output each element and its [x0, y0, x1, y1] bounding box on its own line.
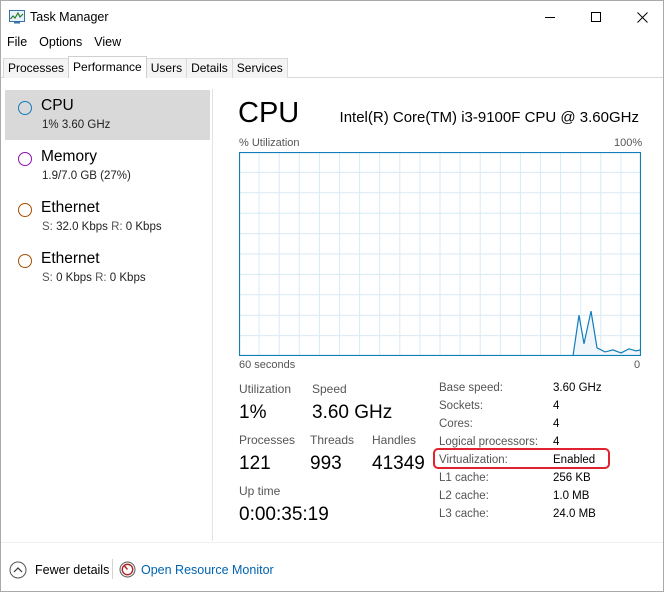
send-value: 0 Kbps — [56, 272, 92, 284]
cpu-indicator-icon — [18, 101, 32, 115]
receive-label: R: — [95, 272, 107, 284]
cpu-model-name: Intel(R) Core(TM) i3-9100F CPU @ 3.60GHz — [339, 109, 639, 126]
uptime-label: Up time — [239, 484, 281, 498]
threads-label: Threads — [310, 433, 355, 447]
tab-users[interactable]: Users — [145, 58, 188, 78]
send-value: 32.0 Kbps — [56, 221, 108, 233]
receive-value: 0 Kbps — [125, 221, 162, 233]
ethernet-indicator-icon — [18, 254, 32, 268]
memory-indicator-icon — [18, 152, 32, 166]
page-title: CPU — [238, 97, 300, 129]
speed-label: Speed — [312, 382, 347, 396]
maximize-button[interactable] — [573, 1, 619, 33]
utilization-value: 1% — [239, 402, 267, 423]
sidebar-item-memory[interactable]: Memory 1.9/7.0 GB (27%) — [5, 141, 210, 191]
sidebar-item-title: Ethernet — [41, 250, 100, 267]
task-manager-window: Task Manager File Options View Processes… — [0, 0, 664, 592]
maximize-icon — [591, 12, 601, 22]
resource-monitor-icon — [119, 561, 136, 578]
speed-value: 3.60 GHz — [312, 402, 393, 423]
sidebar-item-subtitle: 1% 3.60 GHz — [42, 119, 111, 131]
logical-processors-value: 4 — [553, 436, 560, 448]
handles-value: 41349 — [372, 453, 425, 474]
minimize-button[interactable] — [527, 1, 573, 33]
l2-cache-label: L2 cache: — [439, 490, 489, 502]
threads-value: 993 — [310, 453, 342, 474]
tab-processes[interactable]: Processes — [3, 58, 70, 78]
fewer-details-button[interactable]: Fewer details — [35, 563, 109, 577]
send-label: S: — [42, 221, 53, 233]
menu-bar: File Options View — [1, 33, 127, 53]
sidebar-item-title: Ethernet — [41, 199, 100, 216]
close-icon — [636, 11, 648, 23]
chevron-up-circle-icon[interactable] — [9, 561, 27, 579]
open-resource-monitor-link[interactable]: Open Resource Monitor — [141, 563, 274, 577]
logical-processors-label: Logical processors: — [439, 436, 539, 448]
processes-label: Processes — [239, 433, 296, 447]
close-button[interactable] — [619, 1, 663, 33]
footer-divider — [1, 542, 663, 543]
receive-value: 0 Kbps — [109, 272, 146, 284]
handles-label: Handles — [372, 433, 417, 447]
window-title: Task Manager — [30, 10, 109, 24]
sidebar-item-cpu[interactable]: CPU 1% 3.60 GHz — [5, 90, 210, 140]
utilization-label: Utilization — [239, 382, 292, 396]
virtualization-highlight-box — [433, 448, 610, 469]
l2-cache-value: 1.0 MB — [553, 490, 590, 502]
tab-services[interactable]: Services — [231, 58, 288, 78]
sidebar-item-title: CPU — [41, 97, 74, 114]
sockets-value: 4 — [553, 400, 560, 412]
graph-y-label: % Utilization — [239, 137, 300, 149]
graph-y-max-label: 100% — [614, 137, 643, 149]
tab-bar: Processes Performance Users Details Serv… — [3, 56, 288, 78]
sidebar-item-ethernet-1[interactable]: Ethernet S: 32.0 Kbps R: 0 Kbps — [5, 192, 210, 242]
sockets-label: Sockets: — [439, 400, 484, 412]
cores-value: 4 — [553, 418, 560, 430]
menu-view[interactable]: View — [88, 33, 127, 53]
sidebar-item-ethernet-2[interactable]: Ethernet S: 0 Kbps R: 0 Kbps — [5, 243, 210, 293]
menu-options[interactable]: Options — [33, 33, 88, 53]
l1-cache-value: 256 KB — [553, 472, 591, 484]
cores-label: Cores: — [439, 418, 473, 430]
performance-sidebar: CPU 1% 3.60 GHz Memory 1.9/7.0 GB (27%) … — [1, 78, 213, 542]
sidebar-item-subtitle: 1.9/7.0 GB (27%) — [42, 170, 131, 182]
tab-details[interactable]: Details — [186, 58, 233, 78]
tab-performance[interactable]: Performance — [68, 56, 147, 78]
base-speed-value: 3.60 GHz — [553, 382, 602, 394]
minimize-icon — [545, 17, 555, 18]
sidebar-item-subtitle: S: 0 Kbps R: 0 Kbps — [42, 272, 146, 284]
base-speed-label: Base speed: — [439, 382, 503, 394]
menu-file[interactable]: File — [1, 33, 33, 53]
title-bar[interactable]: Task Manager — [1, 1, 663, 33]
sidebar-item-title: Memory — [41, 148, 97, 165]
graph-x-left-label: 60 seconds — [239, 359, 296, 371]
receive-label: R: — [111, 221, 123, 233]
l1-cache-label: L1 cache: — [439, 472, 489, 484]
cpu-utilization-graph — [239, 152, 641, 356]
uptime-value: 0:00:35:19 — [239, 504, 329, 525]
sidebar-divider — [212, 89, 213, 541]
send-label: S: — [42, 272, 53, 284]
l3-cache-label: L3 cache: — [439, 508, 489, 520]
sidebar-item-subtitle: S: 32.0 Kbps R: 0 Kbps — [42, 221, 162, 233]
processes-value: 121 — [239, 453, 271, 474]
graph-x-right-label: 0 — [634, 359, 641, 371]
ethernet-indicator-icon — [18, 203, 32, 217]
task-manager-icon — [9, 10, 25, 24]
footer-separator — [112, 559, 113, 579]
l3-cache-value: 24.0 MB — [553, 508, 596, 520]
